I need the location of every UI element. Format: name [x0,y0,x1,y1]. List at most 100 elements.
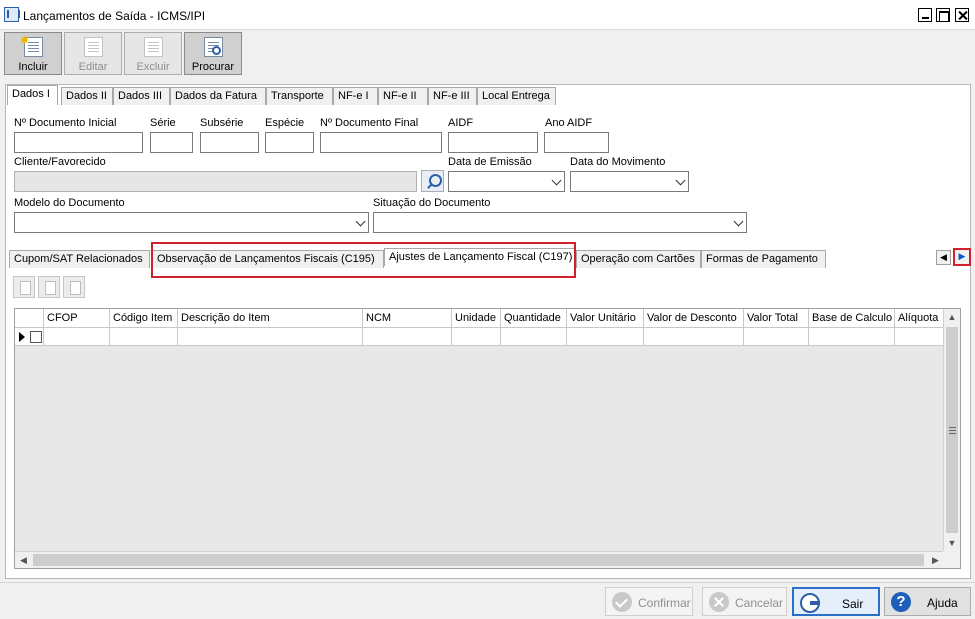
column-header[interactable]: Unidade [452,309,501,328]
confirmar-label: Confirmar [638,596,691,610]
tab-nfe-i[interactable]: NF-e I [333,87,378,105]
star-icon: ✸ [20,35,30,47]
scroll-down-icon[interactable]: ▼ [944,535,960,552]
tab-operacao-cartoes[interactable]: Operação com Cartões [576,250,701,268]
tab-local-entrega[interactable]: Local Entrega [477,87,556,105]
title-bar: Lançamentos de Saída - ICMS/IPI [0,0,975,30]
incluir-label: Incluir [18,61,48,73]
edit-row-button[interactable] [38,276,60,298]
serie-label: Série [150,117,176,129]
sair-button[interactable]: Sair [792,587,880,616]
situacao-select[interactable] [373,212,747,233]
confirmar-button[interactable]: Confirmar [605,587,693,616]
table-cell[interactable] [363,328,452,346]
column-header[interactable]: Valor Total [744,309,809,328]
vertical-scrollbar[interactable]: ▲ ▼ [943,309,960,552]
tab-dados-i[interactable]: Dados I [7,85,58,105]
table-cell[interactable] [501,328,567,346]
search-cliente-button[interactable] [421,170,444,192]
cancelar-button[interactable]: Cancelar [702,587,787,616]
table-cell[interactable] [452,328,501,346]
column-header[interactable]: NCM [363,309,452,328]
table-cell[interactable] [809,328,895,346]
tab-dados-ii[interactable]: Dados II [61,87,113,105]
column-header[interactable]: Alíquota [895,309,944,328]
table-row[interactable] [15,328,944,346]
data-movimento-picker[interactable] [570,171,689,192]
table-cell[interactable] [178,328,363,346]
tab-formas-pagamento[interactable]: Formas de Pagamento [701,250,826,268]
tab-scroll-right-button[interactable]: ▶ [953,248,971,266]
scroll-corner [943,551,960,568]
subserie-input[interactable] [200,132,259,153]
scroll-thumb[interactable] [33,554,924,566]
data-emissao-label: Data de Emissão [448,156,532,168]
table-cell[interactable] [744,328,809,346]
tab-cupom-sat[interactable]: Cupom/SAT Relacionados [9,250,150,268]
aidf-input[interactable] [448,132,538,153]
scroll-up-icon[interactable]: ▲ [944,309,960,326]
scroll-thumb[interactable] [946,327,958,533]
doc-final-input[interactable] [320,132,442,153]
table-cell[interactable] [895,328,944,346]
column-header[interactable]: Valor de Desconto [644,309,744,328]
tab-transporte[interactable]: Transporte [266,87,333,105]
procurar-button[interactable]: Procurar [184,32,242,75]
window-title: Lançamentos de Saída - ICMS/IPI [23,9,206,23]
data-emissao-picker[interactable] [448,171,565,192]
cliente-input[interactable] [14,171,417,192]
tab-nfe-ii[interactable]: NF-e II [378,87,428,105]
magnifier-icon [212,46,221,55]
table-cell[interactable] [567,328,644,346]
add-row-button[interactable] [13,276,35,298]
column-header[interactable]: Descrição do Item [178,309,363,328]
table-cell[interactable] [110,328,178,346]
cancel-icon [709,592,729,612]
items-grid[interactable]: CFOP Código Item Descrição do Item NCM U… [14,308,961,569]
subserie-label: Subsérie [200,117,244,129]
chevron-down-icon [551,175,562,186]
editar-button[interactable]: Editar [64,32,122,75]
scroll-left-icon[interactable]: ◀ [15,552,32,568]
chevron-down-icon [733,216,744,227]
column-header[interactable] [15,309,44,328]
table-cell[interactable] [15,328,44,346]
toolbar: ✸ Incluir Editar Excluir Procurar [0,30,975,78]
ajuda-label: Ajuda [927,596,958,610]
incluir-button[interactable]: ✸ Incluir [4,32,62,75]
exit-door-icon [800,593,820,613]
ano-aidf-input[interactable] [544,132,609,153]
column-header[interactable]: CFOP [44,309,110,328]
modelo-select[interactable] [14,212,369,233]
maximize-button[interactable] [936,8,950,22]
column-header[interactable]: Código Item [110,309,178,328]
modelo-label: Modelo do Documento [14,197,125,209]
column-header[interactable]: Valor Unitário [567,309,644,328]
column-header[interactable]: Quantidade [501,309,567,328]
doc-inicial-input[interactable] [14,132,143,153]
cancelar-label: Cancelar [735,596,784,610]
minimize-button[interactable] [918,8,932,22]
tab-scroll-left-button[interactable]: ◀ [936,250,951,265]
table-cell[interactable] [44,328,110,346]
tab-dados-iii[interactable]: Dados III [113,87,170,105]
especie-input[interactable] [265,132,314,153]
delete-document-icon [144,37,163,57]
editar-label: Editar [78,61,108,73]
scroll-right-icon[interactable]: ▶ [927,552,944,568]
close-button[interactable] [955,8,969,22]
tab-nfe-iii[interactable]: NF-e III [428,87,477,105]
data-movimento-label: Data do Movimento [570,156,666,168]
serie-input[interactable] [150,132,193,153]
ajuda-button[interactable]: ? Ajuda [884,587,971,616]
doc-final-label: Nº Documento Final [320,117,419,129]
tab-dados-fatura[interactable]: Dados da Fatura [170,87,266,105]
excluir-button[interactable]: Excluir [124,32,182,75]
chevron-down-icon [675,175,686,186]
highlight-box [151,242,576,278]
footer-divider [0,582,975,583]
table-cell[interactable] [644,328,744,346]
delete-row-button[interactable] [63,276,85,298]
horizontal-scrollbar[interactable]: ◀ ▶ [15,551,944,568]
column-header[interactable]: Base de Calculo [809,309,895,328]
